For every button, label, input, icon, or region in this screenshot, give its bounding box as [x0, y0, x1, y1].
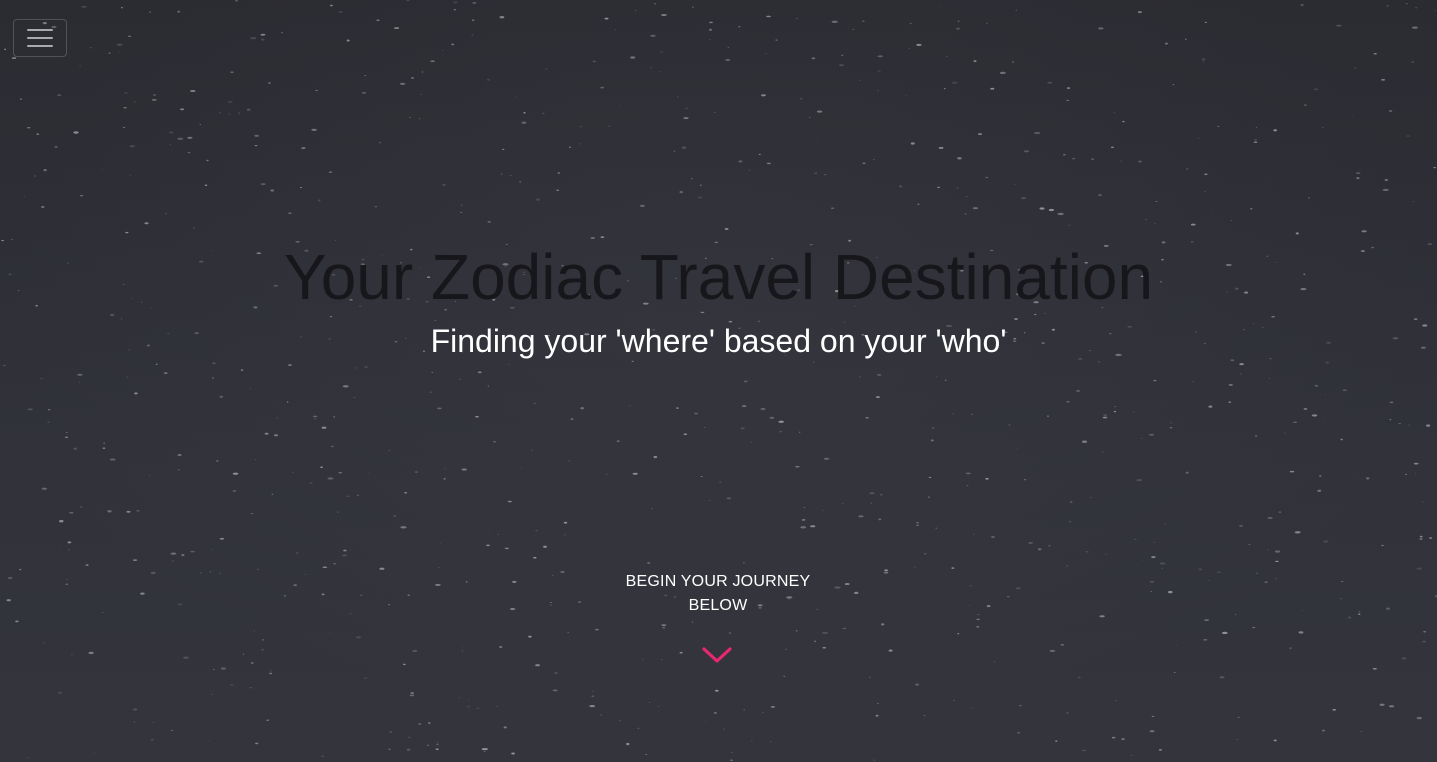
cta-line-2: BELOW: [688, 597, 748, 614]
hamburger-menu-icon: [27, 29, 53, 47]
hero-subtitle: Finding your 'where' based on your 'who': [430, 323, 1007, 359]
menu-toggle-button[interactable]: [13, 19, 67, 57]
begin-journey-text: BEGIN YOUR JOURNEY BELOW: [618, 570, 818, 618]
chevron-down-icon[interactable]: [701, 644, 733, 666]
cta-line-1: BEGIN YOUR JOURNEY: [625, 573, 811, 590]
hero-title: Your Zodiac Travel Destination: [283, 241, 1154, 313]
